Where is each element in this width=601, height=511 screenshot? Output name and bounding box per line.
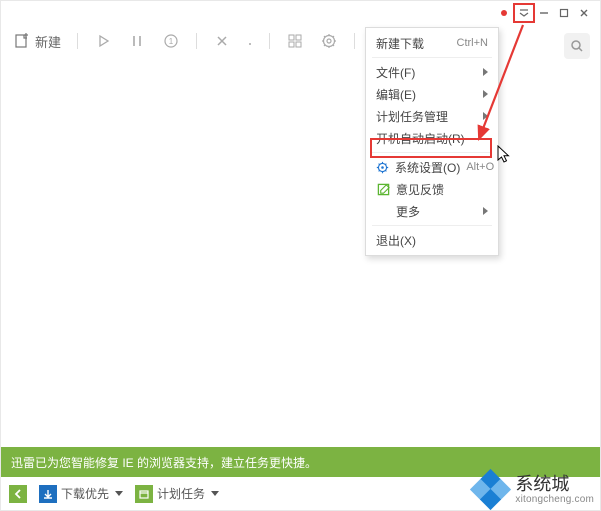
play-icon[interactable] [94, 32, 112, 50]
menu-item-task-management[interactable]: 计划任务管理 [366, 105, 498, 127]
toolbar-divider [77, 33, 78, 49]
priority-label: 下载优先 [61, 485, 109, 502]
menu-item-file[interactable]: 文件(F) [366, 61, 498, 83]
priority-icon[interactable]: 1 [162, 32, 180, 50]
watermark-text: 系统城 xitongcheng.com [515, 475, 594, 506]
chevron-down-icon [115, 491, 123, 496]
watermark-logo-icon [473, 472, 509, 508]
toolbar-divider [269, 33, 270, 49]
grid-icon[interactable] [286, 32, 304, 50]
chevron-right-icon [483, 207, 488, 215]
download-icon [39, 485, 57, 503]
chevron-right-icon [483, 68, 488, 76]
search-button[interactable] [564, 33, 590, 59]
window-titlebar [1, 1, 600, 25]
main-menu-dropdown: 新建下载 Ctrl+N 文件(F) 编辑(E) 计划任务管理 开机自动启动(R)… [365, 27, 499, 256]
toolbar-divider [354, 33, 355, 49]
menu-label: 系统设置(O) [395, 159, 460, 176]
new-icon [13, 32, 31, 50]
menu-label: 开机自动启动(R) [376, 130, 488, 147]
pause-icon[interactable] [128, 32, 146, 50]
status-text: 迅雷已为您智能修复 IE 的浏览器支持，建立任务更快捷。 [11, 454, 317, 471]
mouse-cursor-icon [497, 145, 513, 165]
chevron-right-icon [483, 112, 488, 120]
feedback-icon [376, 182, 390, 196]
blank-icon [376, 204, 390, 218]
menu-item-exit[interactable]: 退出(X) [366, 229, 498, 251]
chevron-right-icon [483, 90, 488, 98]
new-task-button[interactable]: 新建 [13, 32, 61, 51]
toolbar-divider [196, 33, 197, 49]
menu-item-new-download[interactable]: 新建下载 Ctrl+N [366, 32, 498, 54]
main-toolbar: 新建 1 VIP ¥ [1, 25, 600, 57]
watermark: 系统城 xitongcheng.com [473, 472, 594, 508]
menu-separator [372, 57, 492, 58]
menu-label: 更多 [396, 203, 473, 220]
gear-icon[interactable] [320, 32, 338, 50]
menu-item-feedback[interactable]: 意见反馈 [366, 178, 498, 200]
prev-button[interactable] [9, 485, 27, 503]
settings-gear-icon [376, 160, 389, 174]
schedule-task-toggle[interactable]: 计划任务 [135, 485, 219, 503]
watermark-cn: 系统城 [515, 475, 594, 495]
new-task-label: 新建 [35, 32, 61, 51]
menu-separator [372, 152, 492, 153]
watermark-en: xitongcheng.com [515, 494, 594, 505]
close-button[interactable] [574, 3, 594, 23]
schedule-icon [135, 485, 153, 503]
menu-item-edit[interactable]: 编辑(E) [366, 83, 498, 105]
svg-text:1: 1 [169, 37, 174, 46]
menu-shortcut: Alt+O [466, 161, 494, 173]
menu-label: 意见反馈 [396, 181, 488, 198]
notification-dot[interactable] [494, 3, 514, 23]
menu-label: 新建下载 [376, 35, 451, 52]
menu-item-more[interactable]: 更多 [366, 200, 498, 222]
menu-separator [372, 225, 492, 226]
delete-more-icon[interactable] [247, 32, 253, 50]
download-priority-toggle[interactable]: 下载优先 [39, 485, 123, 503]
delete-icon[interactable] [213, 32, 231, 50]
menu-label: 计划任务管理 [376, 108, 473, 125]
maximize-button[interactable] [554, 3, 574, 23]
menu-shortcut: Ctrl+N [457, 37, 488, 49]
search-icon [570, 39, 584, 53]
menu-trigger-button[interactable] [514, 3, 534, 23]
schedule-label: 计划任务 [157, 485, 205, 502]
chevron-down-icon [211, 491, 219, 496]
menu-item-autostart[interactable]: 开机自动启动(R) [366, 127, 498, 149]
menu-label: 编辑(E) [376, 86, 473, 103]
menu-label: 文件(F) [376, 64, 473, 81]
menu-label: 退出(X) [376, 232, 488, 249]
menu-item-settings[interactable]: 系统设置(O) Alt+O [366, 156, 498, 178]
minimize-button[interactable] [534, 3, 554, 23]
